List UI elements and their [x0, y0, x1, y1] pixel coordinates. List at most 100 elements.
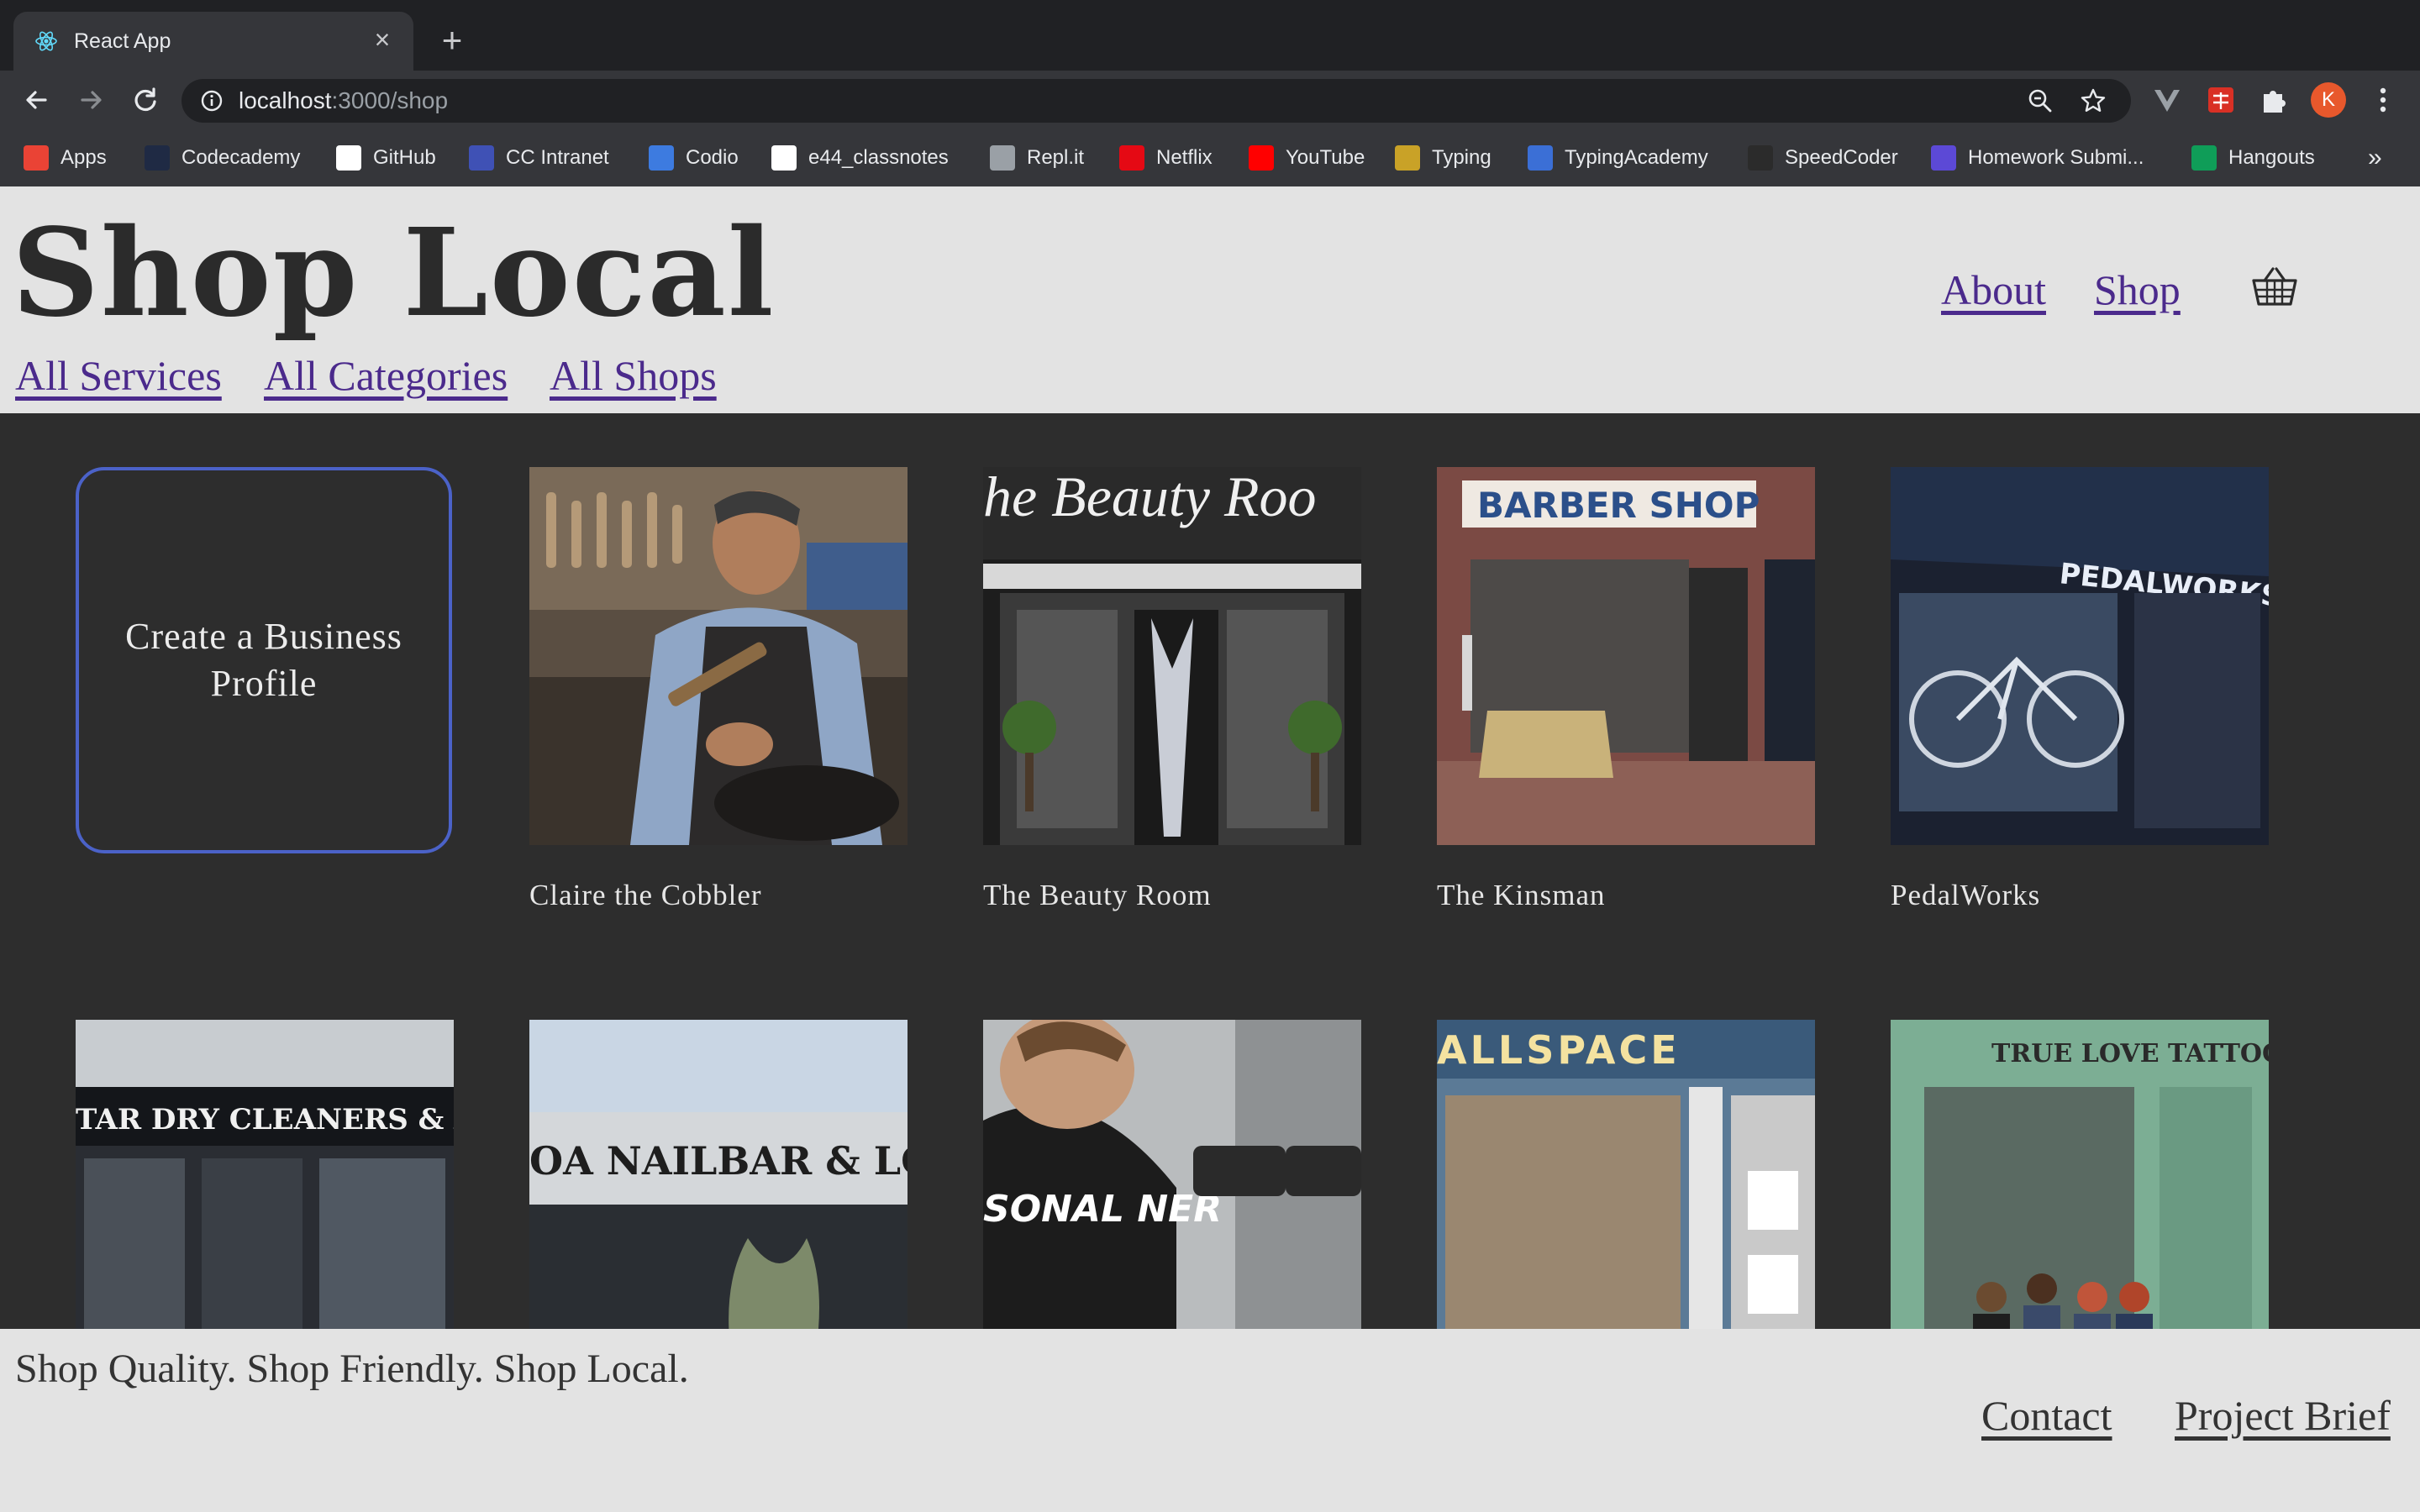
replit-icon: [990, 145, 1015, 171]
more-bookmarks-icon[interactable]: »: [2368, 141, 2382, 175]
extensions-puzzle-icon[interactable]: [2255, 82, 2291, 118]
site-info-icon[interactable]: [200, 89, 224, 113]
bookmark-codecademy[interactable]: Codecademy: [145, 141, 300, 175]
url-host: localhost: [239, 87, 332, 113]
shop-name[interactable]: The Kinsman: [1437, 879, 1815, 912]
more-menu-icon[interactable]: [2371, 82, 2395, 118]
shop-card-pedalworks[interactable]: PEDALWORKS PedalWorks: [1891, 467, 2269, 912]
typingacademy-icon: [1528, 145, 1553, 171]
page-title: Shop Local: [12, 202, 776, 344]
bookmark-label: Repl.it: [1027, 146, 1085, 169]
bookmark-youtube[interactable]: YouTube: [1249, 141, 1365, 175]
footer-tagline: Shop Quality. Shop Friendly. Shop Local.: [15, 1347, 689, 1391]
browser-tab-bar: React App × +: [0, 0, 2420, 71]
gift-extension-icon[interactable]: [2203, 82, 2238, 118]
netflix-icon: [1119, 145, 1144, 171]
bookmark-typing[interactable]: Typing: [1395, 141, 1491, 175]
shop-image[interactable]: TAR DRY CLEANERS & ALTERATI: [76, 1020, 454, 1329]
forward-arrow-icon[interactable]: [74, 82, 109, 118]
browser-toolbar: localhost:3000/shop K: [0, 71, 2420, 129]
codecademy-icon: [145, 145, 170, 171]
bookmark-typingacademy[interactable]: TypingAcademy: [1528, 141, 1708, 175]
shop-image[interactable]: BARBER SHOP: [1437, 467, 1815, 845]
shop-card-allspace[interactable]: ALLSPACE: [1437, 1020, 1815, 1329]
bookmark-label: e44_classnotes: [808, 146, 949, 169]
github-icon: [336, 145, 361, 171]
barber-shop-sign: BARBER SHOP: [1477, 485, 1760, 526]
url-path: :3000/shop: [331, 87, 449, 113]
bookmark-codio[interactable]: Codio: [649, 141, 739, 175]
shop-name[interactable]: PedalWorks: [1891, 879, 2269, 912]
github-icon: [771, 145, 797, 171]
reload-icon[interactable]: [128, 82, 163, 118]
apps-grid-icon: [24, 145, 49, 171]
bookmark-label: CC Intranet: [506, 146, 609, 169]
shop-grid: Create a Business Profile Claire the Cob…: [0, 413, 2420, 1329]
react-favicon-icon: [35, 31, 57, 51]
subnav-all-shops[interactable]: All Shops: [550, 351, 717, 400]
bookmark-github[interactable]: GitHub: [336, 141, 436, 175]
bookmark-e44-classnotes[interactable]: e44_classnotes: [771, 141, 949, 175]
youtube-icon: [1249, 145, 1274, 171]
address-bar[interactable]: localhost:3000/shop: [182, 79, 2131, 123]
bookmark-cc-intranet[interactable]: CC Intranet: [469, 141, 609, 175]
bookmark-label: Codio: [686, 146, 739, 169]
bookmark-homework[interactable]: Homework Submi...: [1931, 141, 2144, 175]
shop-name[interactable]: The Beauty Room: [983, 879, 1361, 912]
vue-devtools-extension-icon[interactable]: [2149, 82, 2185, 118]
subnav-all-services[interactable]: All Services: [15, 351, 222, 400]
trainer-shirt-text: SONAL NER: [983, 1188, 1222, 1231]
shop-image[interactable]: he Beauty Roo: [983, 467, 1361, 845]
basket-icon[interactable]: [2250, 264, 2299, 307]
bookmark-speedcoder[interactable]: SpeedCoder: [1748, 141, 1898, 175]
bookmark-netflix[interactable]: Netflix: [1119, 141, 1213, 175]
bookmark-star-icon[interactable]: [2079, 87, 2107, 115]
cobbler-photo: [529, 467, 908, 845]
shop-image[interactable]: PEDALWORKS: [1891, 467, 2269, 845]
hangouts-icon: [2191, 145, 2217, 171]
nav-about-link[interactable]: About: [1941, 265, 2046, 314]
bookmark-label: YouTube: [1286, 146, 1365, 169]
shop-image[interactable]: ALLSPACE: [1437, 1020, 1815, 1329]
tab-title: React App: [74, 29, 171, 53]
site-footer: Shop Quality. Shop Friendly. Shop Local.…: [0, 1329, 2420, 1512]
shop-card-claire-the-cobbler[interactable]: Claire the Cobbler: [529, 467, 908, 912]
shop-image[interactable]: [529, 467, 908, 845]
bookmark-label: Apps: [60, 146, 107, 169]
shop-card-true-love-tattoo[interactable]: TRUE LOVE TATTOO: [1891, 1020, 2269, 1329]
profile-avatar[interactable]: K: [2311, 82, 2346, 118]
allspace-sign: ALLSPACE: [1437, 1027, 1681, 1073]
new-tab-icon[interactable]: +: [435, 23, 469, 58]
shop-card-the-beauty-room[interactable]: he Beauty Roo The Beauty Room: [983, 467, 1361, 912]
close-tab-icon[interactable]: ×: [368, 25, 397, 54]
tattoo-shop-sign: TRUE LOVE TATTOO: [1991, 1039, 2269, 1068]
shop-card-nailbar[interactable]: OA NAILBAR & LOUNG: [529, 1020, 908, 1329]
subnav-all-categories[interactable]: All Categories: [264, 351, 508, 400]
shop-card-dry-cleaners[interactable]: TAR DRY CLEANERS & ALTERATI: [76, 1020, 454, 1329]
shop-image[interactable]: OA NAILBAR & LOUNG: [529, 1020, 908, 1329]
bookmark-replit[interactable]: Repl.it: [990, 141, 1084, 175]
typing-icon: [1395, 145, 1420, 171]
bookmark-label: SpeedCoder: [1785, 146, 1898, 169]
create-business-profile-card[interactable]: Create a Business Profile: [76, 467, 452, 853]
bookmark-hangouts[interactable]: Hangouts: [2191, 141, 2315, 175]
nailbar-sign: OA NAILBAR & LOUNG: [529, 1138, 908, 1184]
shop-card-the-kinsman[interactable]: BARBER SHOP The Kinsman: [1437, 467, 1815, 912]
dry-cleaners-photo: TAR DRY CLEANERS & ALTERATI: [76, 1020, 454, 1329]
browser-tab[interactable]: React App ×: [13, 12, 413, 71]
back-arrow-icon[interactable]: [18, 82, 54, 118]
nav-shop-link[interactable]: Shop: [2094, 265, 2181, 314]
bookmark-label: Homework Submi...: [1968, 146, 2144, 169]
barber-shop-photo: BARBER SHOP: [1437, 467, 1815, 845]
bookmark-label: Codecademy: [182, 146, 301, 169]
shop-image[interactable]: SONAL NER: [983, 1020, 1361, 1329]
bookmark-label: Netflix: [1156, 146, 1213, 169]
shop-image[interactable]: TRUE LOVE TATTOO: [1891, 1020, 2269, 1329]
zoom-icon[interactable]: [2027, 87, 2054, 114]
shop-card-personal-trainer[interactable]: SONAL NER: [983, 1020, 1361, 1329]
bookmark-apps[interactable]: Apps: [24, 141, 107, 175]
footer-project-brief-link[interactable]: Project Brief: [2175, 1391, 2391, 1440]
footer-contact-link[interactable]: Contact: [1981, 1391, 2112, 1440]
dry-cleaners-sign: TAR DRY CLEANERS & ALTERATI: [76, 1103, 454, 1137]
shop-name[interactable]: Claire the Cobbler: [529, 879, 908, 912]
